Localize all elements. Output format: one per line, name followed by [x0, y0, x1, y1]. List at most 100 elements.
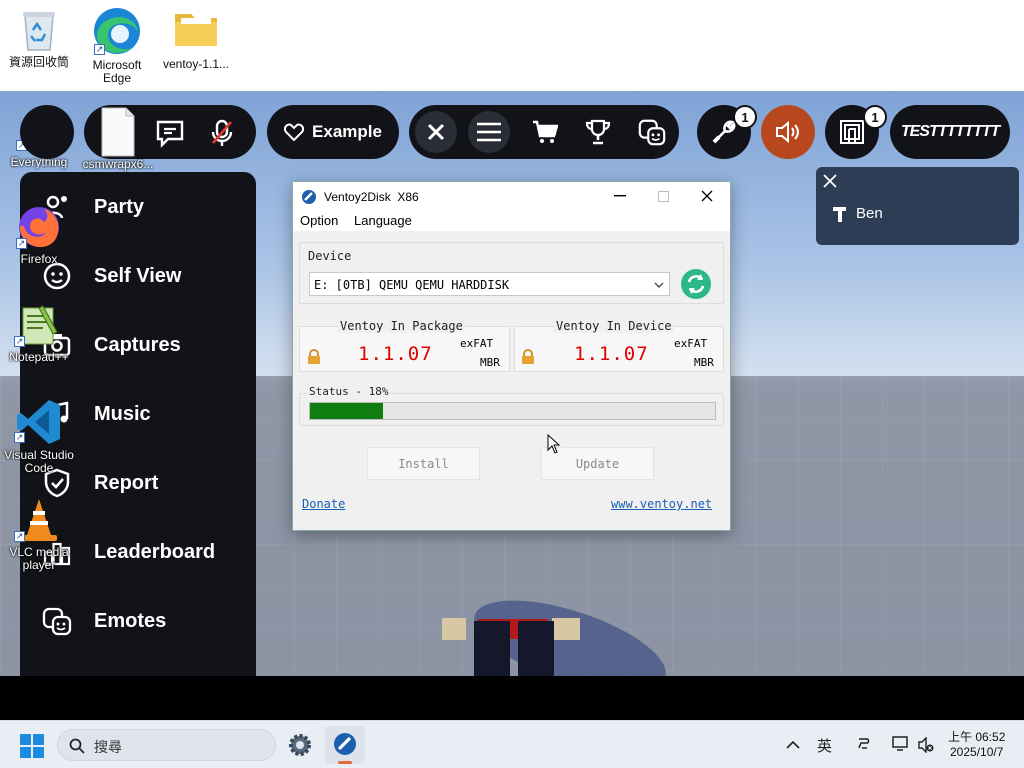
install-label: Install — [398, 456, 449, 471]
clock-time[interactable]: 上午 06:52 — [948, 728, 1005, 745]
menu-item-label: Music — [94, 402, 151, 425]
hammer-icon — [833, 207, 846, 222]
mouse-cursor-icon — [547, 434, 561, 454]
shortcut-arrow-icon: ↗ — [94, 44, 105, 55]
clock-date[interactable]: 2025/10/7 — [950, 745, 1003, 759]
roblox-logo-button[interactable] — [20, 105, 74, 159]
website-link[interactable]: www.ventoy.net — [611, 497, 712, 511]
status-label: Status - 18% — [307, 385, 391, 398]
desktop-icon-recycle-bin[interactable]: 資源回收筒 — [4, 8, 74, 69]
close-menu-button[interactable] — [415, 111, 457, 153]
update-label: Update — [575, 456, 620, 471]
donate-link[interactable]: Donate — [302, 497, 345, 511]
heart-icon — [284, 123, 305, 141]
desktop-icon-label: Microsoft Edge — [92, 58, 142, 85]
ventoy-app-icon — [334, 733, 356, 755]
audio-toggle-button[interactable] — [761, 105, 815, 159]
taskbar-ventoy-app[interactable] — [325, 726, 365, 764]
chevron-down-icon — [654, 282, 664, 288]
recycle-bin-icon — [23, 12, 55, 51]
desktop-icon-csmwrap[interactable]: csmwrapx6... — [76, 106, 160, 171]
progress-bar-fill — [310, 403, 383, 419]
example-button[interactable]: Example — [267, 105, 399, 159]
maximize-icon — [657, 190, 669, 202]
menu-item-label: Leaderboard — [94, 540, 216, 563]
menu-item-emotes[interactable]: Emotes — [20, 591, 256, 651]
menu-item-label: Emotes — [94, 609, 167, 632]
folder-icon — [175, 14, 217, 46]
ime-mode-icon[interactable] — [856, 736, 872, 752]
player-join-notification[interactable]: Ben — [816, 167, 1019, 245]
device-select[interactable]: E: [0TB] QEMU QEMU HARDDISK — [309, 272, 670, 296]
shopping-cart-icon — [533, 120, 558, 143]
refresh-button[interactable] — [680, 268, 712, 300]
achievements-button[interactable] — [583, 117, 613, 147]
lock-icon — [308, 349, 320, 364]
start-button[interactable] — [20, 734, 44, 758]
shortcut-arrow-icon: ↗ — [14, 336, 25, 347]
taskbar-search-box[interactable]: 搜尋 — [57, 729, 276, 761]
ventoy-app-icon — [302, 189, 316, 204]
avatar-arm-left — [442, 618, 466, 640]
window-title-bar[interactable]: Ventoy2Disk X86 — [293, 182, 730, 211]
chevron-up-icon[interactable] — [786, 740, 800, 750]
package-filesystem: exFAT — [460, 337, 494, 350]
lock-icon — [522, 349, 534, 364]
close-window-button[interactable] — [698, 188, 716, 204]
network-display-icon[interactable] — [892, 736, 910, 752]
username-button[interactable]: TESTTTTTTTT — [890, 105, 1010, 159]
desktop-icon-vscode[interactable]: ↗ Visual Studio Code — [0, 398, 78, 475]
emotes-toolbar-button[interactable] — [636, 117, 668, 147]
refresh-icon — [681, 269, 711, 299]
window-title: Ventoy2Disk X86 — [324, 189, 419, 204]
trophy-icon — [585, 119, 611, 145]
device-label: Device — [308, 249, 352, 263]
desktop-icon-notepad-plus-plus[interactable]: ↗ Notepad++ — [2, 302, 76, 364]
gear-icon — [289, 734, 311, 756]
desktop-icon-label: Notepad++ — [9, 350, 69, 364]
shop-button[interactable] — [530, 117, 560, 147]
desktop-icon-label: 資源回收筒 — [8, 55, 69, 69]
minimize-button[interactable] — [611, 188, 629, 204]
desktop-icon-vlc[interactable]: ↗ VLC media player — [2, 497, 76, 572]
menu-language[interactable]: Language — [354, 213, 412, 228]
ime-language-indicator[interactable]: 英 — [817, 735, 832, 756]
device-version: 1.1.07 — [574, 343, 649, 365]
menu-option[interactable]: Option — [300, 213, 338, 228]
device-partition-style: MBR — [694, 356, 714, 369]
microphone-muted-icon — [211, 119, 233, 146]
hamburger-icon — [477, 122, 501, 142]
install-button[interactable]: Install — [367, 447, 480, 480]
close-icon — [701, 190, 713, 202]
close-icon — [427, 123, 445, 141]
volume-muted-icon[interactable] — [918, 737, 934, 753]
avatar-legs — [472, 621, 556, 676]
backpack-icon — [840, 120, 864, 144]
close-icon[interactable] — [823, 174, 837, 188]
desktop-icon-ventoy-folder[interactable]: ventoy-1.1... — [157, 8, 235, 71]
menu-item-label: Self View — [94, 264, 182, 287]
inventory-button[interactable]: 1 — [825, 105, 887, 159]
microphone-button[interactable] — [206, 117, 238, 149]
tools-button[interactable]: 1 — [697, 105, 757, 159]
desktop-icon-label: Visual Studio Code — [4, 448, 74, 475]
file-icon — [101, 107, 135, 157]
desktop-icon-edge[interactable]: ↗ Microsoft Edge — [85, 6, 149, 85]
hamburger-menu-button[interactable] — [468, 111, 510, 153]
search-icon — [69, 738, 85, 754]
taskbar-settings-app[interactable] — [287, 732, 313, 758]
device-version-label: Ventoy In Device — [554, 319, 674, 333]
desktop-icon-firefox[interactable]: ↗ Firefox — [4, 204, 74, 266]
roblox-main-toolbar — [409, 105, 679, 159]
package-version: 1.1.07 — [358, 343, 433, 365]
maximize-button[interactable] — [654, 188, 672, 204]
active-app-indicator — [338, 761, 352, 764]
window-menu-bar: Option Language — [293, 211, 730, 231]
inventory-badge: 1 — [863, 105, 887, 129]
avatar-arm-right — [552, 618, 580, 640]
shortcut-arrow-icon: ↗ — [14, 432, 25, 443]
search-placeholder: 搜尋 — [94, 739, 122, 755]
shortcut-arrow-icon: ↗ — [16, 238, 27, 249]
speaker-icon — [776, 121, 799, 143]
desktop-icon-label: VLC media player — [9, 545, 69, 572]
